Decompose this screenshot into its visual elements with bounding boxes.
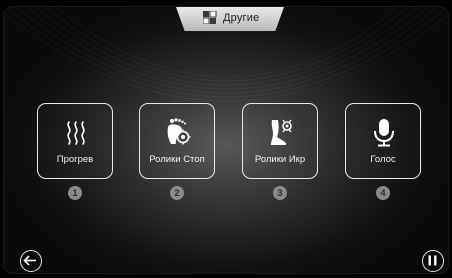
grid-icon bbox=[203, 11, 217, 24]
category-title: Другие bbox=[223, 11, 260, 24]
tile-number-badge: 3 bbox=[273, 186, 287, 200]
tile-number-badge: 4 bbox=[376, 186, 390, 200]
foot-rollers-label: Ролики Стоп bbox=[149, 154, 205, 165]
microphone-icon bbox=[374, 119, 394, 147]
voice-button[interactable]: Голос bbox=[345, 103, 421, 179]
calf-rollers-button[interactable]: Ролики Икр bbox=[242, 103, 318, 179]
heat-button[interactable]: Прогрев bbox=[37, 103, 113, 179]
heat-label: Прогрев bbox=[56, 154, 94, 165]
calf-rollers-icon bbox=[271, 119, 292, 145]
calf-rollers-label: Ролики Икр bbox=[254, 154, 306, 165]
tile-number-badge: 2 bbox=[170, 186, 184, 200]
back-arrow-icon bbox=[23, 255, 36, 266]
voice-label: Голос bbox=[370, 154, 396, 165]
pause-button[interactable] bbox=[422, 250, 444, 272]
foot-rollers-icon bbox=[167, 118, 191, 145]
back-button[interactable] bbox=[20, 250, 42, 272]
screen: Другие Прогрев 1 Ролики Стоп 2 Ролики Ик… bbox=[0, 0, 452, 278]
category-tab: Другие bbox=[176, 7, 284, 31]
foot-rollers-button[interactable]: Ролики Стоп bbox=[139, 103, 215, 179]
heat-waves-icon bbox=[67, 121, 85, 145]
pause-icon bbox=[428, 255, 437, 266]
tile-number-badge: 1 bbox=[68, 186, 82, 200]
